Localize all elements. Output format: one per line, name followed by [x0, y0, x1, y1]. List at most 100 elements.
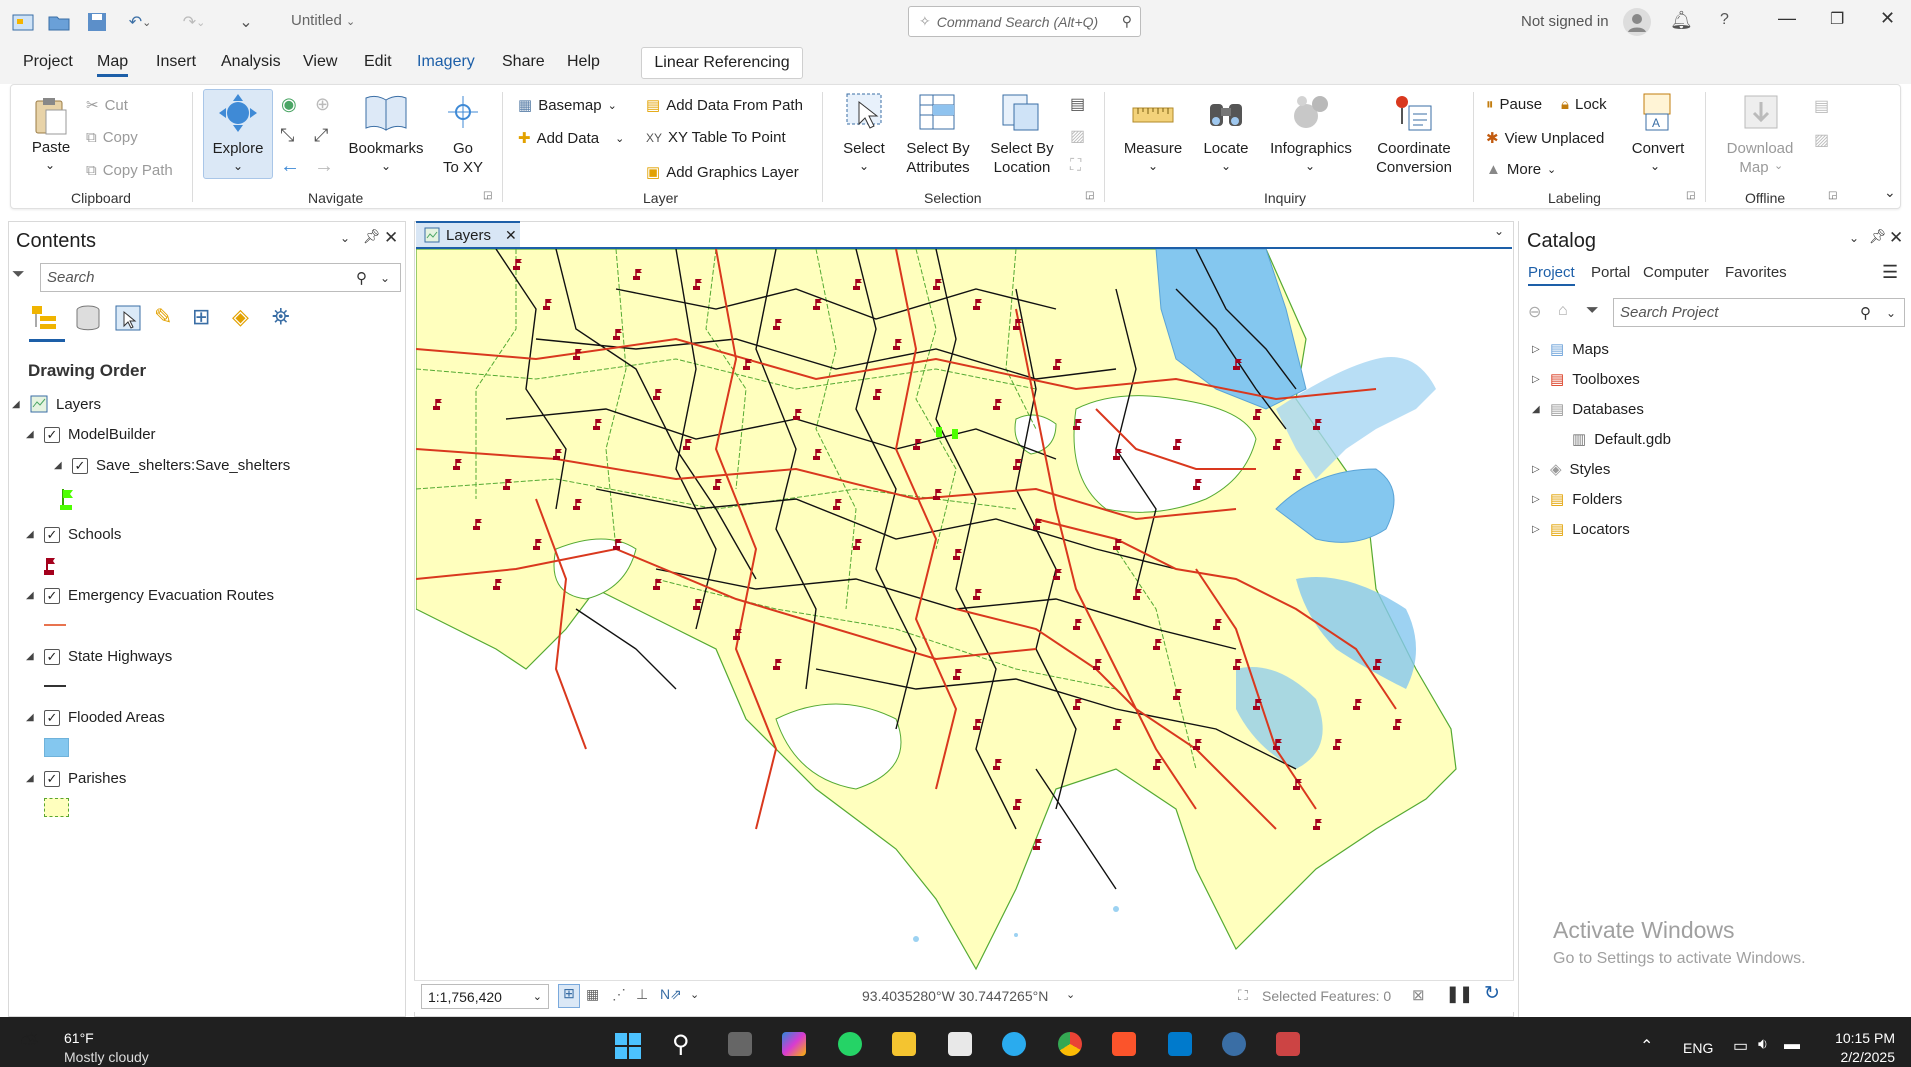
go-to-xy-button-line2[interactable]: To XY	[437, 158, 489, 177]
copilot-icon[interactable]	[782, 1032, 806, 1056]
layer-visibility-checkbox[interactable]: ✓	[44, 426, 60, 443]
toc-layer-modelbuilder[interactable]: ◢ ✓ ModelBuilder	[26, 426, 156, 443]
expand-icon[interactable]: ▷	[1532, 494, 1542, 505]
constraints-icon[interactable]: ⊥	[636, 986, 648, 1003]
pin-icon[interactable]: 📌︎	[1869, 228, 1887, 245]
back-icon[interactable]: ⊖	[1528, 302, 1541, 322]
grid-icon[interactable]: ⊞	[558, 984, 580, 1008]
catalog-filter-icon[interactable]: ⏷	[1586, 302, 1599, 320]
table-view-icon[interactable]: ▦	[586, 986, 599, 1003]
minimize-icon[interactable]: —	[1778, 8, 1796, 29]
measure-dropdown-icon[interactable]: ⌄	[1143, 157, 1163, 176]
catalog-item-maps[interactable]: ▷ ▤ Maps	[1532, 340, 1609, 359]
list-by-selection-icon[interactable]	[114, 304, 142, 336]
command-search[interactable]: ✧ Command Search (Alt+Q) ⚲	[908, 6, 1141, 37]
microsoft-store-icon[interactable]	[948, 1032, 972, 1056]
add-graphics-layer-button[interactable]: ▣ Add Graphics Layer	[646, 163, 799, 182]
tab-edit[interactable]: Edit	[364, 53, 392, 71]
copy-path-button[interactable]: ⧉ Copy Path	[86, 162, 173, 179]
measure-button[interactable]: Measure	[1118, 139, 1188, 158]
download-map-button-line2[interactable]: Map	[1736, 158, 1772, 177]
explore-dropdown-icon[interactable]: ⌄	[228, 157, 248, 176]
toc-map-layers[interactable]: ◢ Layers	[12, 395, 101, 413]
bookmarks-button[interactable]: Bookmarks	[346, 139, 426, 158]
catalog-item-locators[interactable]: ▷ ▤ Locators	[1532, 520, 1630, 539]
collapse-icon[interactable]: ◢	[12, 399, 22, 410]
select-by-attributes-button-line1[interactable]: Select By	[898, 139, 978, 158]
catalog-tab-favorites[interactable]: Favorites	[1725, 264, 1787, 281]
layer-visibility-checkbox[interactable]: ✓	[72, 457, 88, 474]
more-labeling-button[interactable]: ▲ More ⌄	[1486, 161, 1556, 178]
vscode-icon[interactable]	[1168, 1032, 1192, 1056]
expand-icon[interactable]: ▷	[1532, 464, 1542, 475]
sync-icon[interactable]: ▤	[1814, 96, 1829, 116]
expand-icon[interactable]: ▷	[1532, 344, 1542, 355]
tab-insert[interactable]: Insert	[156, 53, 196, 71]
tab-help[interactable]: Help	[567, 53, 600, 71]
catalog-tab-project[interactable]: Project	[1528, 264, 1575, 286]
catalog-tab-computer[interactable]: Computer	[1643, 264, 1709, 281]
list-by-drawing-order-icon[interactable]	[30, 304, 58, 336]
sign-in-status[interactable]: Not signed in	[1521, 13, 1609, 30]
volume-icon[interactable]: 🔉︎	[1758, 1036, 1768, 1054]
document-title[interactable]: Untitled ⌄	[291, 12, 355, 29]
collapse-icon[interactable]: ◢	[26, 590, 36, 601]
collapse-icon[interactable]: ◢	[26, 773, 36, 784]
collapse-icon[interactable]: ◢	[26, 712, 36, 723]
toc-layer-save-shelters[interactable]: ◢ ✓ Save_shelters:Save_shelters	[54, 457, 290, 474]
app-icon-taskbar[interactable]	[1276, 1032, 1300, 1056]
chrome-icon[interactable]	[1058, 1032, 1082, 1056]
zoom-to-selection-icon[interactable]: ⛶	[1070, 157, 1081, 175]
view-unplaced-button[interactable]: ✱ View Unplaced	[1486, 129, 1604, 148]
coordinate-conversion-button-line2[interactable]: Conversion	[1366, 158, 1462, 177]
weather-temp[interactable]: 61°F	[64, 1030, 94, 1046]
toc-layer-flooded-areas[interactable]: ◢ ✓ Flooded Areas	[26, 709, 165, 726]
tab-imagery[interactable]: Imagery	[417, 53, 475, 71]
expand-icon[interactable]: ▷	[1532, 524, 1542, 535]
collapse-ribbon-icon[interactable]: ⌄	[1884, 184, 1896, 201]
save-icon[interactable]	[84, 10, 110, 34]
notifications-bell-icon[interactable]: 🔔︎	[1670, 10, 1693, 31]
whatsapp-icon[interactable]	[838, 1032, 862, 1056]
locate-button[interactable]: Locate	[1192, 139, 1260, 158]
restore-icon[interactable]: ❐	[1830, 9, 1844, 29]
infographics-dropdown-icon[interactable]: ⌄	[1300, 157, 1320, 176]
paste-button[interactable]: Paste	[26, 138, 76, 157]
layer-visibility-checkbox[interactable]: ✓	[44, 587, 60, 604]
full-extent-icon[interactable]: ◉	[281, 94, 297, 115]
toc-layer-state-highways[interactable]: ◢ ✓ State Highways	[26, 648, 172, 665]
select-dropdown-icon[interactable]: ⌄	[854, 157, 874, 176]
convert-button[interactable]: Convert	[1624, 139, 1692, 158]
open-project-icon[interactable]	[46, 10, 72, 34]
task-view-icon[interactable]	[728, 1032, 752, 1056]
bookmarks-dropdown-icon[interactable]: ⌄	[376, 157, 396, 176]
list-by-perspective-icon[interactable]: ⛯	[272, 304, 290, 330]
close-tab-icon[interactable]: ✕	[505, 227, 517, 244]
catalog-search-input[interactable]: Search Project ⚲ ⌄	[1613, 298, 1905, 327]
layer-visibility-checkbox[interactable]: ✓	[44, 648, 60, 665]
tab-analysis[interactable]: Analysis	[221, 53, 281, 71]
copy-button[interactable]: ⧉ Copy	[86, 129, 138, 146]
coordinates-dropdown-icon[interactable]: ⌄	[1066, 988, 1075, 1001]
next-extent-icon[interactable]: →	[314, 155, 334, 178]
search-dropdown-icon[interactable]: ⌄	[1886, 306, 1904, 320]
help-icon[interactable]: ?	[1720, 11, 1729, 29]
list-by-snapping-icon[interactable]: ⊞	[192, 304, 210, 330]
close-contents-icon[interactable]: ✕	[384, 228, 398, 248]
map-canvas[interactable]	[416, 249, 1512, 979]
coordinate-conversion-button-line1[interactable]: Coordinate	[1366, 139, 1462, 158]
search-dropdown-icon[interactable]: ⌄	[380, 271, 400, 285]
undo-icon[interactable]: ↶ ⌄	[120, 10, 160, 34]
navigate-launcher-icon[interactable]: ◲	[483, 190, 492, 201]
labeling-launcher-icon[interactable]: ◲	[1686, 190, 1695, 201]
map-tab-layers[interactable]: Layers ✕	[416, 221, 520, 247]
snapping-icon[interactable]: ⋰	[612, 986, 626, 1003]
selection-launcher-icon[interactable]: ◲	[1085, 190, 1094, 201]
catalog-item-toolboxes[interactable]: ▷ ▤ Toolboxes	[1532, 370, 1640, 389]
cut-button[interactable]: ✂ Cut	[86, 96, 128, 115]
close-catalog-icon[interactable]: ✕	[1889, 228, 1903, 248]
battery-icon[interactable]: ▬	[1784, 1036, 1800, 1054]
refresh-selection-icon[interactable]: ⊠	[1412, 986, 1425, 1004]
convert-dropdown-icon[interactable]: ⌄	[1645, 157, 1665, 176]
tab-map[interactable]: Map	[97, 53, 129, 77]
